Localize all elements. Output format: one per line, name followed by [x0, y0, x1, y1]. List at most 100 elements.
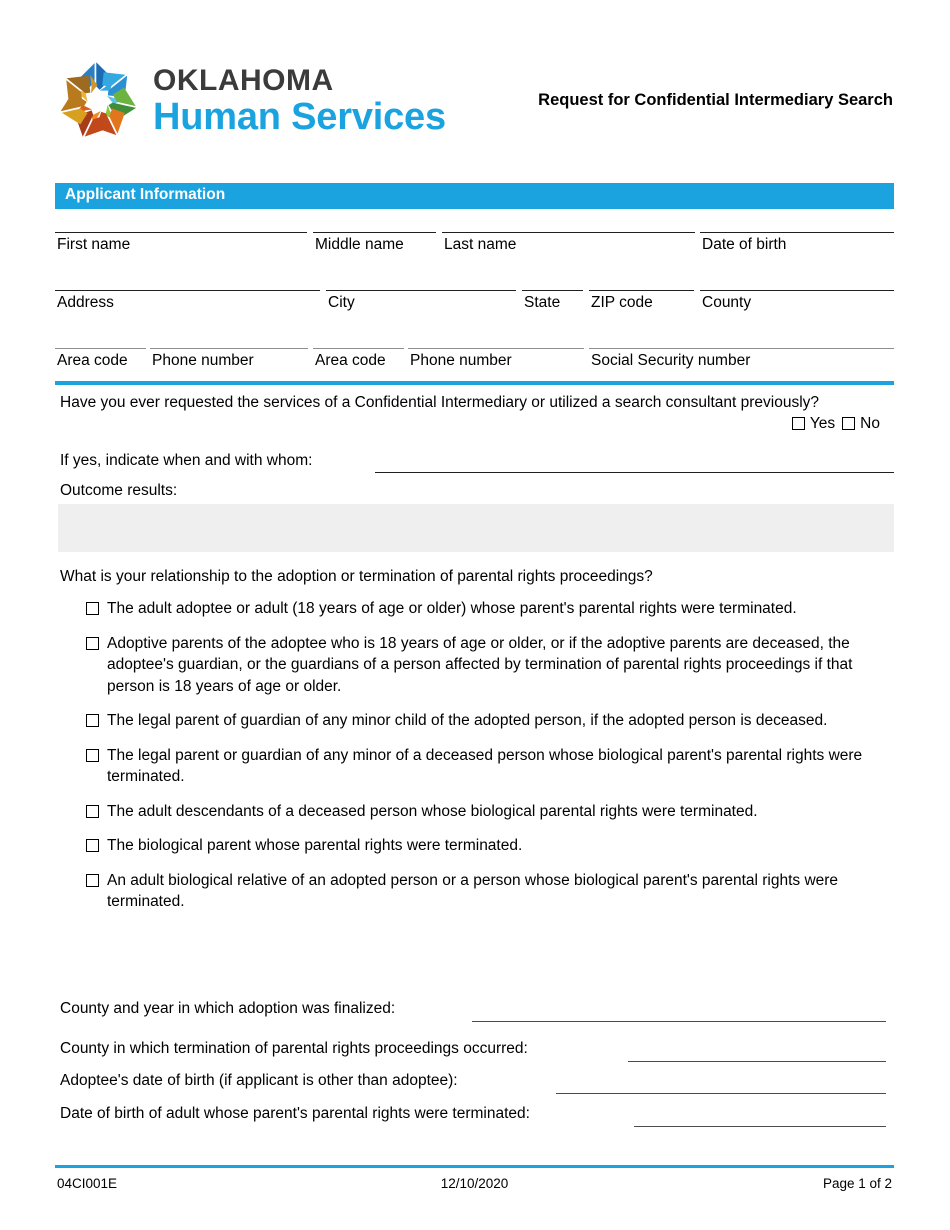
- logo-wordmark: OKLAHOMA Human Services: [153, 66, 446, 138]
- relationship-option-label: The legal parent of guardian of any mino…: [107, 712, 828, 729]
- field-rule: [700, 232, 894, 233]
- relationship-option-label: An adult biological relative of an adopt…: [107, 871, 839, 911]
- checkbox-icon[interactable]: [86, 602, 99, 615]
- form-page: OKLAHOMA Human Services Request for Conf…: [0, 0, 950, 1230]
- relationship-option-label: The legal parent or guardian of any mino…: [107, 746, 863, 786]
- field-label: Social Security number: [591, 352, 751, 369]
- relationship-options-list: The adult adoptee or adult (18 years of …: [86, 598, 886, 926]
- field-middle-name[interactable]: Middle name: [313, 232, 436, 268]
- field-label: Phone number: [152, 352, 254, 369]
- field-address[interactable]: Address: [55, 290, 320, 326]
- checkbox-no-label: No: [860, 415, 880, 432]
- field-rule: [408, 348, 584, 349]
- field-label: Last name: [444, 236, 517, 253]
- form-title: Request for Confidential Intermediary Se…: [538, 91, 893, 109]
- previous-request-question-block: Have you ever requested the services of …: [60, 392, 880, 432]
- outcome-results-label: Outcome results:: [60, 482, 178, 499]
- pinwheel-star-logo-icon: [60, 62, 137, 137]
- if-yes-label: If yes, indicate when and with whom:: [60, 452, 313, 469]
- field-area-code-2[interactable]: Area code: [313, 348, 404, 384]
- field-rule: [313, 348, 404, 349]
- relationship-option-label: Adoptive parents of the adoptee who is 1…: [107, 634, 853, 695]
- detail-row-adult-dob: Date of birth of adult whose parent's pa…: [60, 1105, 886, 1129]
- field-rule: [589, 348, 894, 349]
- field-rule: [589, 290, 694, 291]
- logo-line-human-services: Human Services: [153, 96, 446, 138]
- relationship-option-label: The adult descendants of a deceased pers…: [107, 802, 758, 820]
- detail-row-termination-county: County in which termination of parental …: [60, 1040, 886, 1064]
- relationship-option-6[interactable]: The biological parent whose parental rig…: [86, 835, 886, 857]
- field-label: County: [702, 294, 752, 311]
- field-first-name[interactable]: First name: [55, 232, 307, 268]
- checkbox-icon[interactable]: [86, 839, 99, 852]
- field-city[interactable]: City: [326, 290, 516, 326]
- if-yes-row: If yes, indicate when and with whom:: [60, 452, 894, 474]
- field-rule: [442, 232, 695, 233]
- field-label: Area code: [315, 352, 386, 369]
- section-header-label: Applicant Information: [65, 186, 226, 203]
- field-rule: [313, 232, 436, 233]
- field-rule: [55, 290, 320, 291]
- field-date-of-birth[interactable]: Date of birth: [700, 232, 894, 268]
- detail-label: Adoptee's date of birth (if applicant is…: [60, 1072, 458, 1089]
- page-header: OKLAHOMA Human Services Request for Conf…: [0, 48, 950, 148]
- field-rule: [522, 290, 583, 291]
- field-rule: [55, 348, 146, 349]
- detail-label: County in which termination of parental …: [60, 1040, 528, 1057]
- field-zip-code[interactable]: ZIP code: [589, 290, 694, 326]
- checkbox-icon[interactable]: [86, 636, 99, 650]
- detail-input[interactable]: [556, 1093, 886, 1094]
- checkbox-no-icon[interactable]: [842, 417, 856, 430]
- field-label: ZIP code: [591, 294, 653, 311]
- previous-request-yes-option[interactable]: Yes: [791, 413, 836, 434]
- footer-page-number: Page 1 of 2: [822, 1176, 892, 1191]
- field-phone-number-1[interactable]: Phone number: [150, 348, 308, 384]
- relationship-option-4[interactable]: The legal parent or guardian of any mino…: [86, 745, 886, 788]
- footer-divider: [55, 1165, 894, 1168]
- outcome-results-textarea[interactable]: [58, 504, 894, 552]
- field-county[interactable]: County: [700, 290, 894, 326]
- section-header-applicant-information: Applicant Information: [55, 183, 894, 209]
- relationship-option-5[interactable]: The adult descendants of a deceased pers…: [86, 801, 886, 823]
- field-phone-number-2[interactable]: Phone number: [408, 348, 584, 384]
- field-label: Date of birth: [702, 236, 787, 253]
- field-label: First name: [57, 236, 131, 253]
- footer-date: 12/10/2020: [440, 1176, 509, 1191]
- relationship-option-1[interactable]: The adult adoptee or adult (18 years of …: [86, 598, 886, 620]
- relationship-option-label: The biological parent whose parental rig…: [107, 837, 523, 854]
- field-label: State: [524, 294, 561, 311]
- page-footer: 04CI001E 12/10/2020 Page 1 of 2: [55, 1176, 894, 1196]
- field-label: Middle name: [315, 236, 404, 253]
- field-rule: [55, 232, 307, 233]
- relationship-option-label: The adult adoptee or adult (18 years of …: [107, 600, 797, 617]
- field-rule: [150, 348, 308, 349]
- relationship-option-2[interactable]: Adoptive parents of the adoptee who is 1…: [86, 633, 886, 698]
- checkbox-icon[interactable]: [86, 873, 99, 887]
- checkbox-icon[interactable]: [86, 714, 99, 727]
- field-social-security-number[interactable]: Social Security number: [589, 348, 894, 384]
- section-divider: [55, 381, 894, 385]
- detail-label: County and year in which adoption was fi…: [60, 1000, 396, 1017]
- checkbox-icon[interactable]: [86, 748, 99, 762]
- field-state[interactable]: State: [522, 290, 583, 326]
- checkbox-yes-icon[interactable]: [791, 417, 805, 430]
- detail-label: Date of birth of adult whose parent's pa…: [60, 1105, 530, 1122]
- field-area-code-1[interactable]: Area code: [55, 348, 146, 384]
- detail-input[interactable]: [628, 1061, 886, 1062]
- checkbox-icon[interactable]: [86, 804, 99, 818]
- detail-input[interactable]: [472, 1021, 886, 1022]
- if-yes-input[interactable]: [375, 472, 894, 473]
- previous-request-yesno-group: Yes No: [791, 413, 880, 434]
- relationship-option-7[interactable]: An adult biological relative of an adopt…: [86, 870, 886, 913]
- field-row-address: Address City State ZIP code County: [55, 290, 894, 326]
- field-label: Phone number: [410, 352, 512, 369]
- previous-request-no-option[interactable]: No: [842, 413, 880, 434]
- checkbox-yes-label: Yes: [809, 415, 836, 432]
- field-last-name[interactable]: Last name: [442, 232, 695, 268]
- field-row-name: First name Middle name Last name Date of…: [55, 232, 894, 268]
- detail-row-adoptee-dob: Adoptee's date of birth (if applicant is…: [60, 1072, 886, 1096]
- field-label: City: [328, 294, 355, 311]
- detail-input[interactable]: [634, 1126, 886, 1127]
- field-rule: [700, 290, 894, 291]
- relationship-option-3[interactable]: The legal parent of guardian of any mino…: [86, 710, 886, 732]
